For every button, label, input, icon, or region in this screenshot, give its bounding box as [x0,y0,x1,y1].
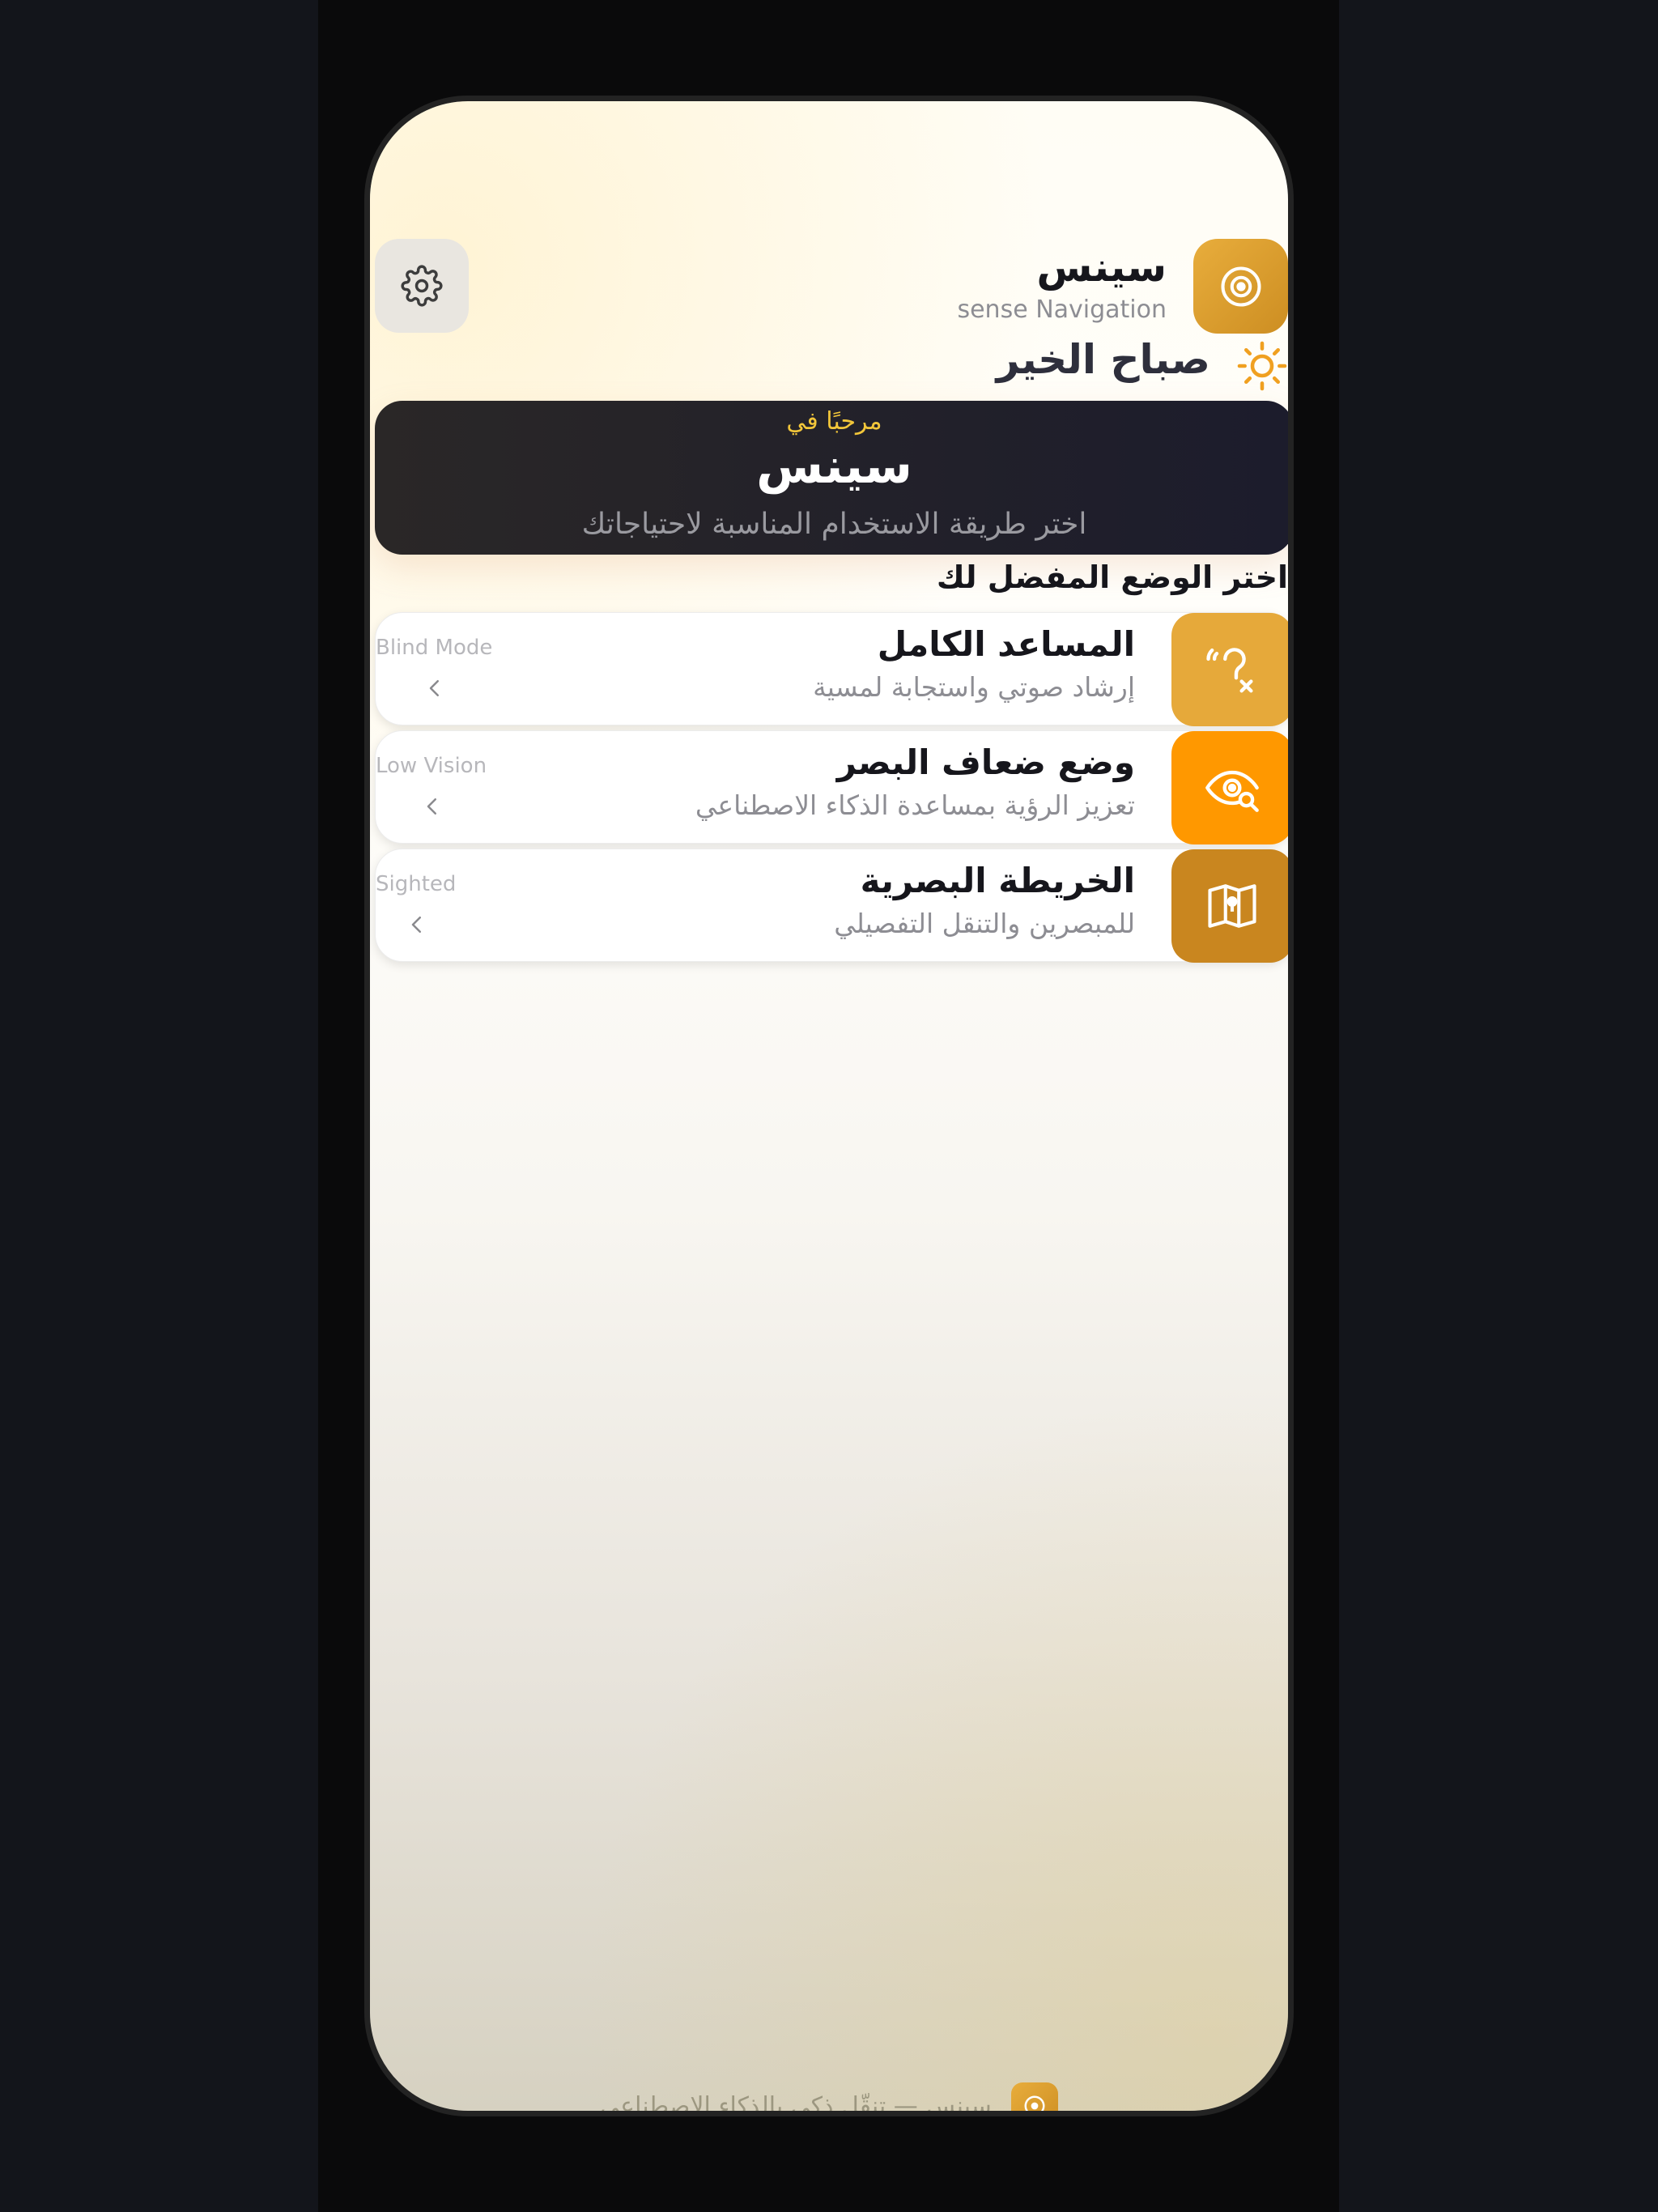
mode-icon-tile [1171,613,1288,726]
mode-title: وضع ضعاف البصر [836,742,1135,782]
app-logo [1193,239,1288,334]
eye-search-icon [1205,770,1259,812]
settings-button[interactable] [375,239,469,333]
welcome-title: سينس [756,438,912,495]
footer-text: سينس — تنقّل ذكي بالذكاء الاصطناعي [600,2091,992,2116]
mode-icon-tile [1171,731,1288,844]
footer-logo [1010,2082,1058,2111]
footer: سينس — تنقّل ذكي بالذكاء الاصطناعي [370,2082,1288,2116]
app-name: سينس [1036,244,1167,291]
mode-label: Low Vision [376,754,487,778]
mode-label: Sighted [376,872,457,896]
target-icon [1024,2095,1045,2111]
mode-title: المساعد الكامل [877,624,1135,664]
gear-icon [401,265,443,307]
welcome-banner: مرحبًا في سينس اختر طريقة الاستخدام المن… [375,401,1288,555]
mode-card-sighted[interactable]: الخريطة البصرية للمبصرين والتنقل التفصيل… [375,849,1288,963]
mode-card-blind[interactable]: المساعد الكامل إرشاد صوتي واستجابة لمسية… [375,612,1288,726]
map-icon [1208,884,1256,928]
mode-description: تعزيز الرؤية بمساعدة الذكاء الاصطناعي [695,789,1135,821]
mode-description: للمبصرين والتنقل التفصيلي [834,908,1135,939]
chevron-left-icon [411,917,421,933]
mode-description: إرشاد صوتي واستجابة لمسية [813,671,1135,703]
sun-icon [1237,341,1287,391]
greeting: صباح الخير [996,336,1210,383]
mode-card-low-vision[interactable]: وضع ضعاف البصر تعزيز الرؤية بمساعدة الذك… [375,730,1288,844]
welcome-subtitle: اختر طريقة الاستخدام المناسبة لاحتياجاتك [581,508,1087,541]
mode-label: Blind Mode [376,636,493,660]
app-subtitle: sense Navigation [957,296,1167,324]
phone-screen: سينس sense Navigation صباح الخير مرحبًا … [364,96,1294,2116]
welcome-kicker: مرحبًا في [786,407,882,436]
mode-title: الخريطة البصرية [860,861,1135,900]
mode-icon-tile [1171,849,1288,963]
section-title: اختر الوضع المفضل لك [936,559,1288,595]
target-icon [1220,266,1261,307]
chevron-left-icon [429,680,439,696]
chevron-left-icon [427,798,436,815]
hearing-icon [1206,648,1253,693]
